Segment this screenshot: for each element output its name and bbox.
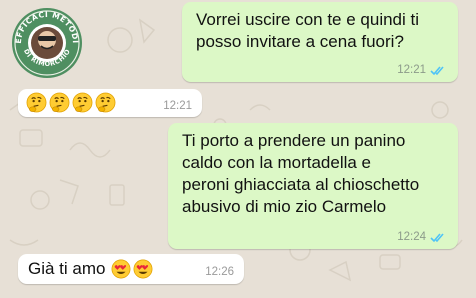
message-text: Vorrei uscire con te e quindi ti posso i… bbox=[196, 10, 420, 51]
thinking-face-icon bbox=[95, 92, 116, 113]
watermark-logo: EFFICACI METODI DI RIMORCHIO bbox=[12, 8, 82, 78]
emoji-row bbox=[111, 259, 153, 279]
heart-eyes-face-icon bbox=[112, 259, 131, 279]
message-text: Già ti amo bbox=[28, 259, 106, 278]
message-bubble-incoming[interactable]: Già ti amo 12:26 bbox=[18, 254, 244, 284]
message-text: Ti porto a prendere un panino caldo con … bbox=[182, 131, 420, 216]
heart-eyes-face-icon bbox=[134, 259, 153, 279]
emoji-row bbox=[26, 92, 116, 113]
message-time: 12:26 bbox=[205, 266, 234, 278]
message-time: 12:21 bbox=[163, 100, 192, 112]
read-receipt-icon bbox=[430, 65, 444, 75]
message-time: 12:24 bbox=[397, 231, 426, 243]
thinking-face-icon bbox=[26, 92, 47, 113]
read-receipt-icon bbox=[430, 232, 444, 242]
message-bubble-incoming[interactable]: 12:21 bbox=[18, 89, 202, 117]
message-bubble-outgoing[interactable]: Ti porto a prendere un panino caldo con … bbox=[168, 123, 458, 249]
message-bubble-outgoing[interactable]: Vorrei uscire con te e quindi ti posso i… bbox=[182, 2, 458, 82]
message-time: 12:21 bbox=[397, 64, 426, 76]
thinking-face-icon bbox=[72, 92, 93, 113]
thinking-face-icon bbox=[49, 92, 70, 113]
